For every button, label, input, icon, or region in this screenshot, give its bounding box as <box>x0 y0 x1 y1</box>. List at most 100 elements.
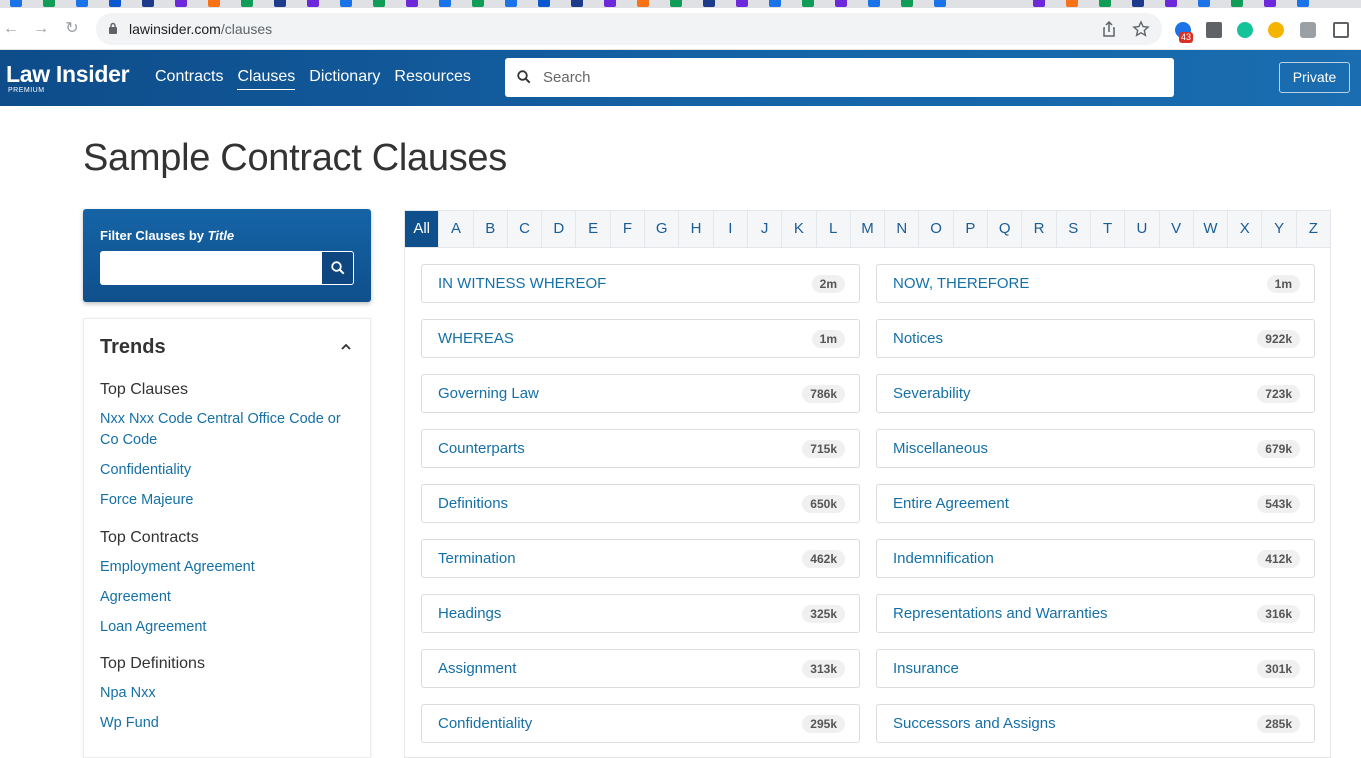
clause-item[interactable]: Entire Agreement 543k <box>876 484 1315 523</box>
clause-item[interactable]: IN WITNESS WHEREOF 2m <box>421 264 860 303</box>
browser-tab-favicon[interactable] <box>373 0 385 7</box>
browser-tab-favicon[interactable] <box>208 0 220 7</box>
clause-title[interactable]: WHEREAS <box>438 330 514 347</box>
letter-tab-b[interactable]: B <box>474 211 508 247</box>
browser-tab-favicon[interactable] <box>769 0 781 7</box>
letter-tab-t[interactable]: T <box>1091 211 1126 247</box>
letter-tab-n[interactable]: N <box>885 211 920 247</box>
browser-tab-favicon[interactable] <box>835 0 847 7</box>
bookmark-star-icon[interactable] <box>1132 20 1150 38</box>
letter-tab-l[interactable]: L <box>817 211 851 247</box>
nav-contracts[interactable]: Contracts <box>155 68 223 90</box>
nav-resources[interactable]: Resources <box>394 68 470 90</box>
clause-title[interactable]: Definitions <box>438 495 508 512</box>
browser-tab-favicon[interactable] <box>142 0 154 7</box>
browser-tab-favicon[interactable] <box>1132 0 1144 7</box>
trend-link[interactable]: Force Majeure <box>100 490 362 511</box>
clause-title[interactable]: Headings <box>438 605 501 622</box>
browser-tab-favicon[interactable] <box>307 0 319 7</box>
clause-title[interactable]: Counterparts <box>438 440 525 457</box>
clause-title[interactable]: Governing Law <box>438 385 539 402</box>
browser-tab-favicon[interactable] <box>571 0 583 7</box>
browser-tab-favicon[interactable] <box>1033 0 1045 7</box>
private-button[interactable]: Private <box>1279 62 1350 93</box>
trend-link[interactable]: Confidentiality <box>100 460 362 481</box>
clause-item[interactable]: Representations and Warranties 316k <box>876 594 1315 633</box>
browser-tab-favicon[interactable] <box>901 0 913 7</box>
browser-tab-favicon[interactable] <box>1198 0 1210 7</box>
logo[interactable]: Law Insider PREMIUM <box>6 61 130 95</box>
grammarly-icon[interactable] <box>1237 22 1253 38</box>
letter-tab-a[interactable]: A <box>439 211 474 247</box>
letter-tab-q[interactable]: Q <box>988 211 1023 247</box>
browser-tab-favicon[interactable] <box>1165 0 1177 7</box>
browser-tab-favicon[interactable] <box>1297 0 1309 7</box>
clause-item[interactable]: WHEREAS 1m <box>421 319 860 358</box>
letter-tab-v[interactable]: V <box>1160 211 1194 247</box>
clause-item[interactable]: Definitions 650k <box>421 484 860 523</box>
letter-tab-f[interactable]: F <box>611 211 646 247</box>
clause-item[interactable]: Insurance 301k <box>876 649 1315 688</box>
forward-icon[interactable]: → <box>32 20 50 38</box>
clause-item[interactable]: Headings 325k <box>421 594 860 633</box>
letter-tab-k[interactable]: K <box>782 211 817 247</box>
trend-link[interactable]: Employment Agreement <box>100 557 362 578</box>
clause-item[interactable]: Counterparts 715k <box>421 429 860 468</box>
clause-item[interactable]: Assignment 313k <box>421 649 860 688</box>
clause-item[interactable]: Severability 723k <box>876 374 1315 413</box>
back-icon[interactable]: ← <box>2 20 20 38</box>
side-panel-icon[interactable] <box>1333 22 1349 38</box>
clause-item[interactable]: Confidentiality 295k <box>421 704 860 743</box>
letter-tab-o[interactable]: O <box>919 211 954 247</box>
letter-tab-s[interactable]: S <box>1057 211 1091 247</box>
browser-tab-favicon[interactable] <box>340 0 352 7</box>
puzzle-icon[interactable] <box>1300 22 1316 38</box>
clause-title[interactable]: Representations and Warranties <box>893 605 1108 622</box>
letter-tab-e[interactable]: E <box>576 211 611 247</box>
browser-tab-favicon[interactable] <box>472 0 484 7</box>
filter-input[interactable] <box>100 251 321 285</box>
clause-item[interactable]: Notices 922k <box>876 319 1315 358</box>
clause-title[interactable]: Assignment <box>438 660 516 677</box>
clause-item[interactable]: Successors and Assigns 285k <box>876 704 1315 743</box>
clause-item[interactable]: Indemnification 412k <box>876 539 1315 578</box>
browser-tab-favicon[interactable] <box>703 0 715 7</box>
clause-item[interactable]: Miscellaneous 679k <box>876 429 1315 468</box>
browser-tab-favicon[interactable] <box>274 0 286 7</box>
browser-tab-favicon[interactable] <box>241 0 253 7</box>
browser-tabstrip[interactable] <box>0 0 1361 8</box>
browser-tab-favicon[interactable] <box>868 0 880 7</box>
extension-icon[interactable] <box>1206 22 1222 38</box>
clause-item[interactable]: NOW, THEREFORE 1m <box>876 264 1315 303</box>
browser-tab-favicon[interactable] <box>10 0 22 7</box>
clause-title[interactable]: Indemnification <box>893 550 994 567</box>
browser-tab-favicon[interactable] <box>604 0 616 7</box>
browser-tab-favicon[interactable] <box>1264 0 1276 7</box>
clause-title[interactable]: IN WITNESS WHEREOF <box>438 275 606 292</box>
clause-title[interactable]: Insurance <box>893 660 959 677</box>
filter-search-button[interactable] <box>321 251 354 285</box>
reload-icon[interactable]: ↻ <box>63 20 81 38</box>
trend-link[interactable]: Agreement <box>100 587 362 608</box>
browser-tab-favicon[interactable] <box>505 0 517 7</box>
nav-dictionary[interactable]: Dictionary <box>309 68 380 90</box>
browser-tab-favicon[interactable] <box>439 0 451 7</box>
letter-tab-all[interactable]: All <box>405 211 440 247</box>
clause-title[interactable]: Entire Agreement <box>893 495 1009 512</box>
clause-title[interactable]: Successors and Assigns <box>893 715 1056 732</box>
share-icon[interactable] <box>1100 20 1118 38</box>
search-input[interactable] <box>543 58 1163 97</box>
browser-tab-favicon[interactable] <box>175 0 187 7</box>
browser-tab-favicon[interactable] <box>43 0 55 7</box>
letter-tab-m[interactable]: M <box>851 211 886 247</box>
clause-title[interactable]: Miscellaneous <box>893 440 988 457</box>
browser-tab-favicon[interactable] <box>1231 0 1243 7</box>
address-bar[interactable]: lawinsider.com/clauses <box>96 13 1162 45</box>
clause-item[interactable]: Governing Law 786k <box>421 374 860 413</box>
browser-tab-favicon[interactable] <box>109 0 121 7</box>
browser-tab-favicon[interactable] <box>406 0 418 7</box>
letter-tab-h[interactable]: H <box>679 211 714 247</box>
browser-tab-favicon[interactable] <box>934 0 946 7</box>
clause-title[interactable]: Severability <box>893 385 971 402</box>
clause-item[interactable]: Termination 462k <box>421 539 860 578</box>
